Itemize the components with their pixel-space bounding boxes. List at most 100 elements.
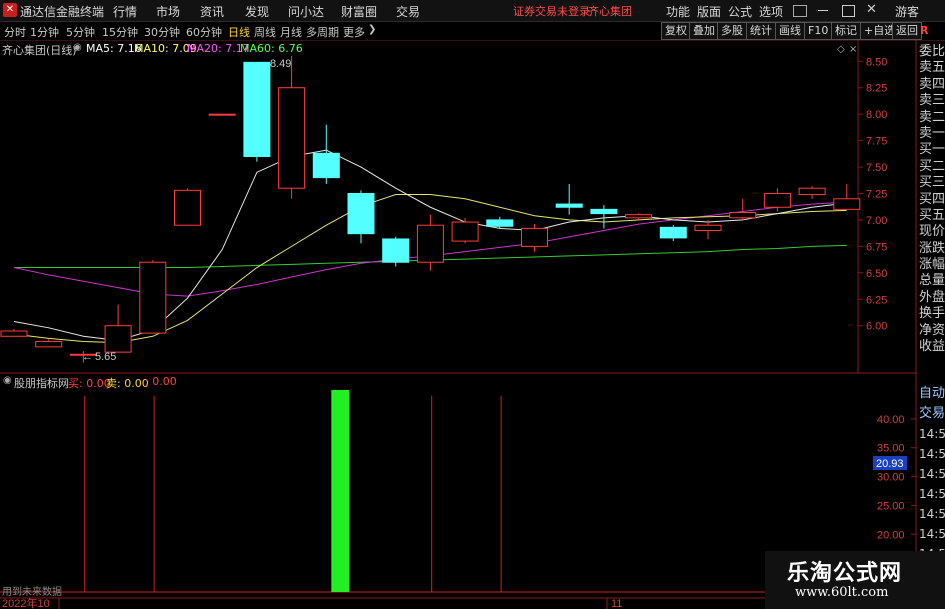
period-60min[interactable]: 60分钟: [186, 24, 222, 40]
quote-label: 现价: [919, 224, 945, 240]
minimize-icon[interactable]: [818, 10, 828, 11]
multi-stock-button[interactable]: 多股: [717, 22, 747, 40]
candle-body: [174, 189, 201, 226]
candlesticks: [0, 56, 861, 363]
window-restore-icon[interactable]: [793, 5, 807, 17]
draw-line-button[interactable]: 画线: [775, 22, 805, 40]
indicator-tick-label: 35.00: [877, 443, 905, 455]
period-5min[interactable]: 5分钟: [66, 24, 95, 40]
candle-body: [0, 330, 28, 337]
watermark-name: 乐淘公式网: [787, 561, 903, 586]
tick-time: 14:56: [919, 467, 945, 481]
menu-ask[interactable]: 问小达: [288, 3, 324, 20]
quote-label: 买三: [919, 175, 945, 191]
close-icon[interactable]: ✕: [866, 2, 877, 17]
indicator-tick-label: 20.00: [877, 529, 905, 541]
candle-body: [659, 226, 687, 239]
candle-body: [243, 61, 271, 157]
candle-body: [312, 152, 340, 179]
candle-body: [694, 224, 722, 232]
period-monthly[interactable]: 月线: [280, 24, 302, 40]
quote-label: 总量: [919, 273, 945, 289]
quote-label: 买五: [919, 207, 945, 223]
ma60-label: MA60: 6.76: [240, 42, 303, 55]
watermark: 乐淘公式网 www.60lt.com: [765, 551, 945, 609]
quote-label: 卖二: [919, 109, 945, 125]
period-intraday[interactable]: 分时: [4, 24, 26, 40]
back-button[interactable]: 返回: [892, 22, 922, 40]
tick-time: 14:56: [919, 447, 945, 461]
login-notice[interactable]: 证券交易未登录: [513, 3, 590, 19]
adjust-button[interactable]: 复权: [661, 22, 691, 40]
indicator-axis: 40.0035.0030.0025.0020.0015.00: [877, 414, 916, 570]
period-weekly[interactable]: 周线: [254, 24, 276, 40]
candle-body: [104, 325, 132, 353]
candle-body: [278, 87, 306, 189]
indicator-extra-value: : 0.00: [145, 375, 177, 388]
candle-body: [763, 192, 791, 208]
period-15min[interactable]: 15分钟: [102, 24, 138, 40]
indicator-settings-icon[interactable]: ◉: [3, 375, 12, 386]
candle-body: [139, 261, 167, 334]
candle-body: [590, 208, 618, 215]
price-axis: 8.50 8.25 8.00 7.75 7.50 7.25 7.00 6.75 6.50 6.25…: [858, 56, 887, 333]
stats-button[interactable]: 统计: [746, 22, 776, 40]
candle-body: [451, 221, 479, 242]
candle-body: [555, 203, 583, 208]
period-1min[interactable]: 1分钟: [30, 24, 59, 40]
chart-canvas[interactable]: 8.50 8.25 8.00 7.75 7.50 7.25 7.00 6.75 6.50 6.25…: [0, 40, 945, 609]
period-multi[interactable]: 多周期: [306, 24, 339, 40]
candle-body: [347, 192, 375, 235]
candle-body: [833, 198, 861, 210]
indicator-plot: [0, 390, 858, 593]
indicator-tick-label: 40.00: [877, 414, 905, 426]
price-tick-label: 7.50: [866, 162, 887, 174]
maximize-icon[interactable]: [842, 5, 855, 17]
price-tick-label: 7.25: [866, 188, 887, 200]
menu-discover[interactable]: 发现: [245, 3, 269, 20]
ma-settings-icon[interactable]: ◉: [73, 42, 82, 53]
menu-exchange[interactable]: 市场: [156, 3, 180, 20]
overlay-button[interactable]: 叠加: [689, 22, 719, 40]
trade-panel[interactable]: 自动 交易: [919, 384, 945, 424]
quote-label: 卖三: [919, 93, 945, 109]
menu-functions[interactable]: 功能: [666, 3, 690, 20]
menu-wealth[interactable]: 财富圈: [341, 3, 377, 20]
menu-options[interactable]: 选项: [759, 3, 783, 20]
menu-layout[interactable]: 版面: [697, 3, 721, 20]
price-tick-label: 7.75: [866, 136, 887, 148]
menu-news[interactable]: 资讯: [200, 3, 224, 20]
chevron-right-icon[interactable]: ❯: [368, 24, 376, 35]
low-price-arrow: ←: [82, 351, 93, 363]
notice-stock-name: 齐心集团: [588, 5, 632, 18]
indicator-buy-value: 买: 0.00: [68, 377, 111, 390]
f10-button[interactable]: F10: [804, 22, 833, 40]
period-30min[interactable]: 30分钟: [144, 24, 180, 40]
menu-market[interactable]: 行情: [113, 3, 137, 20]
candle-body: [729, 212, 757, 219]
price-tick-label: 6.50: [866, 268, 887, 280]
indicator-tick-label: 30.00: [877, 472, 905, 484]
price-tick-label: 6.00: [866, 321, 887, 333]
guest-login[interactable]: 游客: [895, 3, 919, 20]
menu-trade[interactable]: 交易: [396, 3, 420, 20]
price-tick-label: 7.00: [866, 215, 887, 227]
quote-label: 卖一: [919, 125, 945, 141]
period-daily[interactable]: 日线: [228, 24, 250, 40]
trade-label[interactable]: 交易: [919, 404, 945, 424]
quote-label: 卖五: [919, 60, 945, 76]
quote-label: 收益: [919, 339, 945, 355]
price-tick-label: 8.50: [866, 56, 887, 68]
candle-body: [208, 113, 236, 116]
period-more[interactable]: 更多: [343, 24, 365, 40]
mark-button[interactable]: 标记: [831, 22, 861, 40]
chart-close-icon[interactable]: ×: [849, 44, 857, 55]
chart-settings-icon[interactable]: ◇: [837, 44, 845, 55]
candle-body: [382, 238, 410, 263]
candle-body: [416, 224, 444, 263]
menu-formula[interactable]: 公式: [728, 3, 752, 20]
quote-label: 涨幅: [919, 257, 945, 273]
trade-label[interactable]: 自动: [919, 384, 945, 404]
indicator-green-bar: [331, 390, 350, 592]
candle-body: [35, 341, 63, 348]
